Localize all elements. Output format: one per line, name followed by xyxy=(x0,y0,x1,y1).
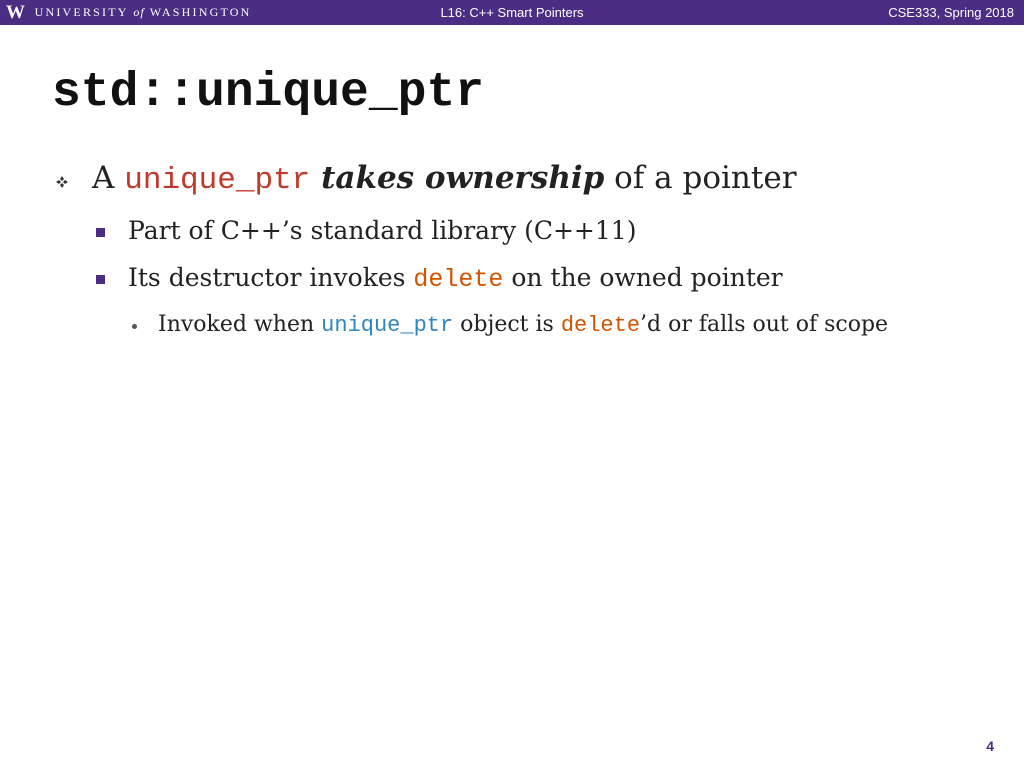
slide-title: std::unique_ptr xyxy=(52,66,485,120)
bullet1-prefix: A xyxy=(92,160,125,196)
bullet3-prefix: Invoked when xyxy=(158,312,322,337)
bullet3-suffix: ’d or falls out of scope xyxy=(640,312,889,337)
bullet2b-text: Its destructor invokes delete on the own… xyxy=(128,263,783,294)
bullet2b-prefix: Its destructor invokes xyxy=(128,263,414,292)
page-number: 4 xyxy=(986,738,994,754)
bullet3-code1: unique_ptr xyxy=(321,313,454,338)
bullet2a-text: Part of C++’s standard library (C++11) xyxy=(128,216,637,245)
bullet3-text: Invoked when unique_ptr object is delete… xyxy=(158,312,888,338)
bullet3-code2: delete xyxy=(560,313,641,338)
square-bullet-icon xyxy=(96,228,105,237)
course-label: CSE333, Spring 2018 xyxy=(888,5,1014,20)
bullet2b-suffix: on the owned pointer xyxy=(503,263,783,292)
dot-bullet-icon xyxy=(132,324,137,329)
diamond-bullet-icon xyxy=(56,176,68,188)
bullet1-code: unique_ptr xyxy=(124,163,311,198)
bullet1-emphasis: takes ownership xyxy=(310,160,605,196)
bullet3-mid: object is xyxy=(453,312,561,337)
bullet-level1-text: A unique_ptr takes ownership of a pointe… xyxy=(92,160,797,198)
square-bullet-icon xyxy=(96,275,105,284)
header-bar: W UNIVERSITY of WASHINGTON L16: C++ Smar… xyxy=(0,0,1024,25)
bullet1-suffix: of a pointer xyxy=(604,160,797,196)
bullet2b-code: delete xyxy=(413,265,504,294)
lecture-title: L16: C++ Smart Pointers xyxy=(440,5,584,20)
